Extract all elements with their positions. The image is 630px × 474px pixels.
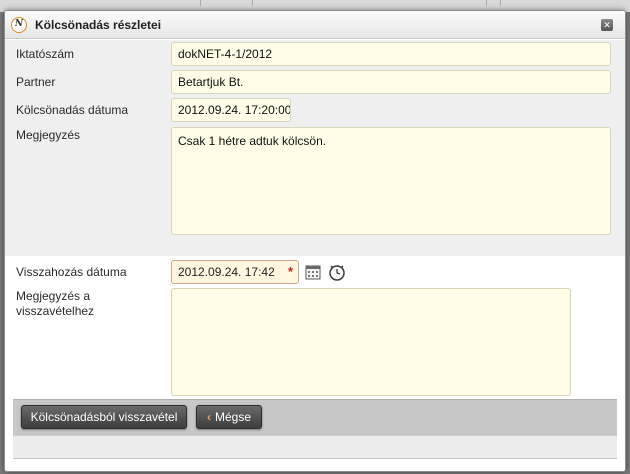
background-mark (486, 0, 487, 6)
return-from-loan-button[interactable]: Kölcsönadásból visszavétel (21, 405, 187, 429)
background-mark (252, 0, 253, 6)
cancel-button-label: Mégse (214, 410, 252, 424)
return-date-label: Visszahozás dátuma (16, 265, 127, 279)
loan-date-field[interactable]: 2012.09.24. 17:20:00 (171, 98, 291, 122)
close-icon[interactable]: ✕ (601, 19, 613, 31)
registry-number-label: Iktatószám (16, 47, 75, 61)
dialog-status-strip (13, 435, 617, 459)
registry-number-field[interactable]: dokNET-4-1/2012 (171, 42, 611, 66)
return-date-value: 2012.09.24. 17:42 (178, 265, 275, 279)
clock-icon[interactable] (327, 262, 347, 282)
loan-date-label: Kölcsönadás dátuma (16, 103, 129, 117)
return-note-textarea[interactable] (171, 288, 571, 396)
chevron-left-icon: ‹ (206, 410, 211, 424)
note-label: Megjegyzés (16, 128, 81, 142)
return-note-label: Megjegyzés a visszavételhez (16, 289, 95, 318)
return-date-field[interactable]: 2012.09.24. 17:42 * (171, 260, 299, 284)
background-mark (200, 0, 201, 6)
partner-field[interactable]: Betartjuk Bt. (171, 70, 611, 94)
doknet-logo-icon: N (11, 17, 27, 33)
dialog-titlebar[interactable]: N Kölcsönadás részletei ✕ (5, 11, 625, 39)
loan-details-dialog: N Kölcsönadás részletei ✕ Iktatószám dok… (4, 10, 626, 472)
note-textarea[interactable]: Csak 1 hétre adtuk kölcsön. (171, 127, 611, 235)
partner-label: Partner (16, 75, 56, 89)
required-marker: * (287, 264, 293, 279)
dialog-title: Kölcsönadás részletei (35, 18, 162, 32)
cancel-button[interactable]: ‹ Mégse (196, 405, 262, 429)
calendar-icon[interactable] (303, 262, 323, 282)
background-mark (500, 0, 501, 6)
dialog-footer: Kölcsönadásból visszavétel ‹ Mégse (13, 399, 617, 435)
